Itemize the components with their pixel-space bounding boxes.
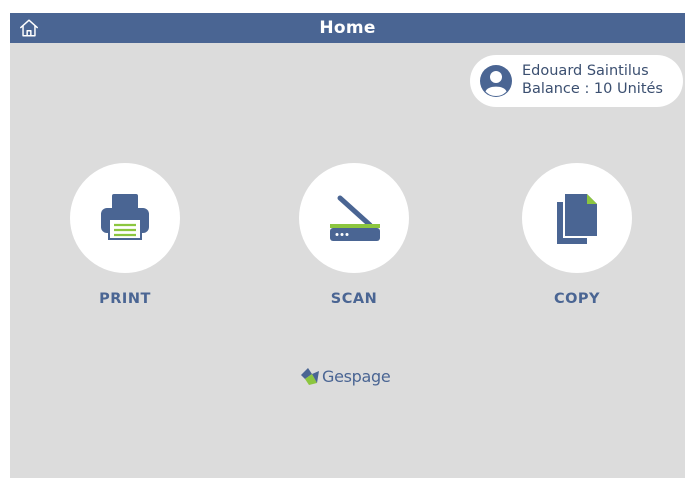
copy-button[interactable]: COPY bbox=[522, 163, 632, 307]
gespage-logo-icon bbox=[301, 368, 319, 385]
user-balance: Balance : 10 Unités bbox=[522, 81, 663, 97]
scan-label: SCAN bbox=[330, 291, 378, 307]
print-label: PRINT bbox=[99, 291, 151, 307]
gespage-logo-text: Gespage bbox=[322, 366, 391, 386]
gespage-logo: Gespage bbox=[299, 361, 391, 391]
app-screen: Home Edouard Saintilus Balance : 10 Unit… bbox=[10, 13, 685, 478]
user-name: Edouard Saintilus bbox=[522, 63, 649, 79]
print-circle[interactable] bbox=[70, 163, 180, 273]
scan-circle[interactable] bbox=[299, 163, 409, 273]
scanner-icon bbox=[330, 195, 380, 241]
page-title: Home bbox=[319, 18, 376, 38]
copy-circle[interactable] bbox=[522, 163, 632, 273]
title-bar: Home bbox=[10, 13, 685, 43]
copy-label: COPY bbox=[553, 291, 601, 307]
user-avatar-icon bbox=[480, 65, 512, 97]
copy-icon bbox=[557, 194, 597, 244]
print-button[interactable]: PRINT bbox=[70, 163, 180, 307]
user-info-card: Edouard Saintilus Balance : 10 Unités bbox=[470, 55, 683, 107]
printer-icon bbox=[101, 194, 149, 240]
scan-button[interactable]: SCAN bbox=[299, 163, 409, 307]
